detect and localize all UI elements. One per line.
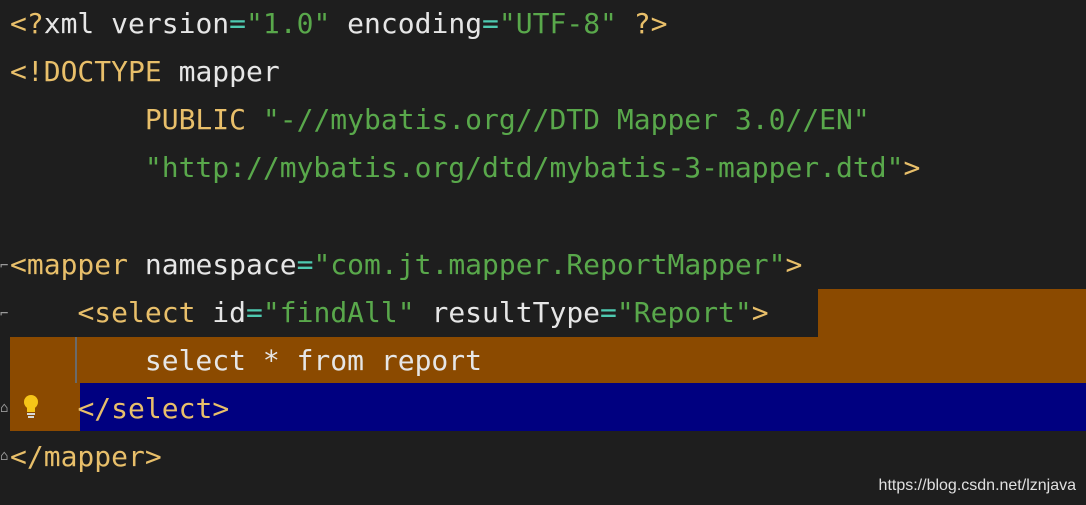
- code-token: version: [111, 7, 230, 40]
- code-token: resultType: [414, 296, 601, 329]
- code-token: =: [482, 7, 499, 40]
- code-line-text: </select>: [10, 385, 229, 433]
- code-token: >: [144, 440, 162, 473]
- code-token: <: [10, 248, 27, 281]
- code-token: select * from report: [10, 344, 483, 377]
- code-token: =: [296, 248, 314, 281]
- code-token: select: [111, 392, 213, 425]
- code-token: =: [600, 296, 617, 329]
- code-token: <!: [10, 55, 44, 88]
- code-token: id: [195, 296, 247, 329]
- code-line[interactable]: "http://mybatis.org/dtd/mybatis-3-mapper…: [0, 144, 1086, 192]
- code-token: =: [229, 7, 247, 40]
- code-token: "-//mybatis.org//DTD Mapper 3.0//EN": [262, 103, 870, 136]
- code-line[interactable]: [0, 192, 1086, 240]
- code-line-text: <!DOCTYPE mapper: [10, 48, 280, 96]
- code-token: mapper: [26, 248, 129, 281]
- watermark: https://blog.csdn.net/lznjava: [878, 477, 1076, 494]
- code-token: xml: [43, 7, 112, 40]
- code-token: mapper: [43, 440, 145, 473]
- code-line[interactable]: </select>: [0, 385, 1086, 433]
- code-line-text: PUBLIC "-//mybatis.org//DTD Mapper 3.0//…: [10, 96, 870, 144]
- code-token: DOCTYPE: [43, 55, 162, 88]
- code-token: >: [212, 392, 230, 425]
- code-token: <?: [10, 7, 44, 40]
- code-token: "findAll": [262, 296, 415, 329]
- code-line[interactable]: select * from report: [0, 337, 1086, 385]
- code-line[interactable]: </mapper>: [0, 433, 1086, 481]
- code-token: <: [77, 296, 95, 329]
- code-token: mapper: [161, 55, 280, 88]
- code-line-text: <select id="findAll" resultType="Report"…: [10, 289, 769, 337]
- code-token: "UTF-8": [498, 7, 617, 40]
- code-line[interactable]: <select id="findAll" resultType="Report"…: [0, 289, 1086, 337]
- code-token: "1.0": [246, 7, 331, 40]
- code-editor[interactable]: ⌐ ⌐ ⌂ ⌂ <?xml version="1.0" encoding="UT…: [0, 0, 1086, 505]
- code-line[interactable]: <!DOCTYPE mapper: [0, 48, 1086, 96]
- code-token: select: [94, 296, 196, 329]
- code-line[interactable]: PUBLIC "-//mybatis.org//DTD Mapper 3.0//…: [0, 96, 1086, 144]
- code-token: ?>: [616, 7, 668, 40]
- code-token: >: [751, 296, 769, 329]
- code-token: PUBLIC: [10, 103, 263, 136]
- code-line-text: </mapper>: [10, 433, 162, 481]
- code-line-text: "http://mybatis.org/dtd/mybatis-3-mapper…: [10, 144, 920, 192]
- code-token: =: [246, 296, 263, 329]
- code-token: </: [77, 392, 112, 425]
- code-token: "Report": [616, 296, 752, 329]
- code-token: namespace: [128, 248, 297, 281]
- code-line-text: select * from report: [10, 337, 482, 385]
- code-line[interactable]: <mapper namespace="com.jt.mapper.ReportM…: [0, 241, 1086, 289]
- code-token: </: [10, 440, 44, 473]
- code-token: encoding: [330, 7, 483, 40]
- code-token: >: [903, 151, 921, 184]
- code-line-text: <mapper namespace="com.jt.mapper.ReportM…: [10, 241, 802, 289]
- code-token: "http://mybatis.org/dtd/mybatis-3-mapper…: [144, 151, 904, 184]
- code-token: "com.jt.mapper.ReportMapper": [313, 248, 786, 281]
- code-line[interactable]: <?xml version="1.0" encoding="UTF-8" ?>: [0, 0, 1086, 48]
- code-token: >: [785, 248, 803, 281]
- code-line-text: <?xml version="1.0" encoding="UTF-8" ?>: [10, 0, 668, 48]
